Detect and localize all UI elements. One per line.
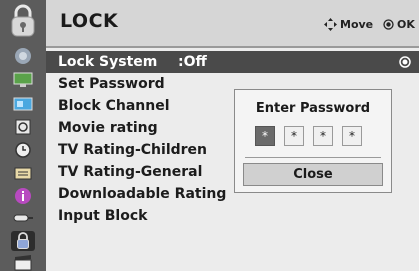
category-sidebar bbox=[0, 0, 46, 271]
screen-icon[interactable] bbox=[11, 70, 35, 90]
tv-menu-screen: LOCK Move OK Lock System :Off Set Passwo… bbox=[0, 0, 419, 271]
padlock-icon bbox=[7, 2, 39, 40]
enter-password-dialog: Enter Password * * * * Close bbox=[234, 89, 392, 193]
audio-icon[interactable] bbox=[11, 117, 35, 137]
move-hint: Move bbox=[324, 18, 373, 31]
menu-header: LOCK Move OK bbox=[46, 0, 419, 46]
move-arrows-icon bbox=[324, 18, 337, 31]
input-icon[interactable] bbox=[11, 208, 35, 228]
page-title: LOCK bbox=[60, 10, 119, 32]
password-digit-3[interactable]: * bbox=[313, 126, 333, 146]
password-digit-1[interactable]: * bbox=[255, 126, 275, 146]
menu-item-label: Input Block bbox=[58, 208, 148, 224]
lock-icon[interactable] bbox=[11, 231, 35, 251]
option-icon[interactable] bbox=[11, 163, 35, 183]
radio-selected-icon bbox=[399, 56, 411, 68]
menu-item-input-block[interactable]: Input Block bbox=[46, 205, 419, 227]
password-digit-4[interactable]: * bbox=[342, 126, 362, 146]
menu-item-label: TV Rating-General bbox=[58, 164, 203, 180]
time-icon[interactable] bbox=[11, 140, 35, 160]
channel-icon[interactable] bbox=[11, 94, 35, 114]
ok-hint-label: OK bbox=[397, 18, 415, 31]
menu-item-label: Movie rating bbox=[58, 120, 158, 136]
movie-icon[interactable] bbox=[11, 253, 35, 271]
lock-system-value: :Off bbox=[178, 54, 207, 70]
picture-icon[interactable] bbox=[11, 46, 35, 66]
dialog-divider bbox=[245, 157, 381, 158]
menu-item-label: Block Channel bbox=[58, 98, 170, 114]
menu-item-lock-system[interactable]: Lock System :Off bbox=[46, 51, 419, 73]
info-icon[interactable] bbox=[11, 186, 35, 206]
menu-item-label: Lock System bbox=[58, 54, 158, 70]
password-digit-2[interactable]: * bbox=[284, 126, 304, 146]
close-button[interactable]: Close bbox=[243, 163, 383, 186]
ok-button-icon bbox=[383, 19, 394, 30]
dialog-title: Enter Password bbox=[255, 101, 371, 116]
menu-item-label: TV Rating-Children bbox=[58, 142, 208, 158]
ok-hint: OK bbox=[383, 18, 415, 31]
menu-item-label: Set Password bbox=[58, 76, 165, 92]
move-hint-label: Move bbox=[340, 18, 374, 31]
menu-item-label: Downloadable Rating bbox=[58, 186, 227, 202]
